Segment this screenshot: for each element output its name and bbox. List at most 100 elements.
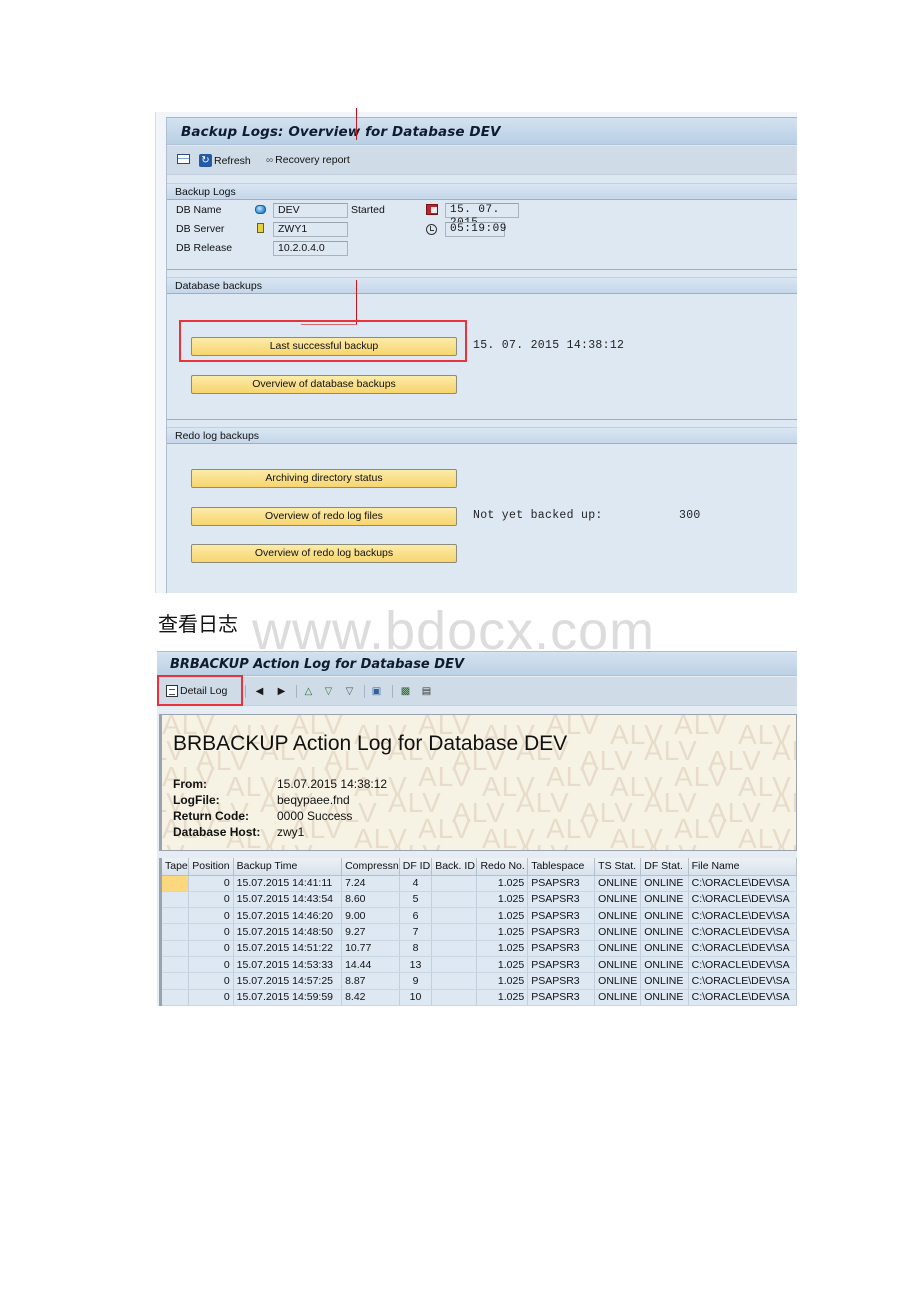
column-header[interactable]: Redo No. <box>476 858 529 876</box>
annotation-line <box>356 108 357 140</box>
table-cell: 8.87 <box>341 972 400 990</box>
column-header[interactable]: File Name <box>688 858 797 876</box>
column-header[interactable]: TS Stat. <box>594 858 642 876</box>
table-cell: C:\ORACLE\DEV\SA <box>688 989 797 1006</box>
db-name-label: DB Name <box>176 204 222 216</box>
started-time-field[interactable]: 05:19:09 <box>445 222 506 237</box>
db-server-field[interactable]: ZWY1 <box>273 222 348 237</box>
table-row[interactable]: 0 15.07.2015 14:51:22 10.77 8 1.025 PSAPSR3 ON… <box>162 940 797 957</box>
table-cell: C:\ORACLE\DEV\SA <box>688 907 797 925</box>
table-cell: C:\ORACLE\DEV\SA <box>688 940 797 957</box>
column-header[interactable]: Compressn <box>341 858 400 876</box>
table-cell <box>162 875 190 892</box>
field-value: beqypaee.fnd <box>277 793 350 807</box>
details-icon[interactable]: ▣ <box>371 686 382 697</box>
filter-icon[interactable]: ▽ <box>323 686 334 697</box>
table-cell: 5 <box>399 891 433 909</box>
overview-redo-log-backups-button[interactable]: Overview of redo log backups <box>191 544 457 563</box>
table-cell: PSAPSR3 <box>527 875 596 892</box>
table-row[interactable]: 0 15.07.2015 14:48:50 9.27 7 1.025 PSAPSR3 ONL… <box>162 923 797 941</box>
table-row[interactable]: 0 15.07.2015 14:46:20 9.00 6 1.025 PSAPSR3 ONL… <box>162 907 797 925</box>
started-label: Started <box>351 204 385 216</box>
server-icon <box>257 223 264 233</box>
group-title: Redo log backups <box>175 430 260 442</box>
previous-icon[interactable]: ◀ <box>254 686 265 697</box>
not-yet-backed-up-value: 300 <box>679 509 701 522</box>
toolbar-separator <box>392 685 393 698</box>
alv-grid: Tape Position Backup Time Compressn DF ID Bac… <box>159 858 797 1006</box>
table-row[interactable]: 0 15.07.2015 14:57:25 8.87 9 1.025 PSAPSR3 ONL… <box>162 972 797 990</box>
table-cell: 15.07.2015 14:46:20 <box>233 907 343 925</box>
recovery-report-button[interactable]: ∞ Recovery report <box>266 154 350 166</box>
column-header[interactable]: DF Stat. <box>640 858 689 876</box>
next-icon[interactable]: ▶ <box>276 686 287 697</box>
table-cell <box>431 923 478 941</box>
table-cell: PSAPSR3 <box>527 972 596 990</box>
table-cell: ONLINE <box>594 956 642 974</box>
table-cell: 15.07.2015 14:51:22 <box>233 940 343 957</box>
column-header[interactable]: Tablespace <box>527 858 596 876</box>
table-cell: 8.42 <box>341 989 400 1006</box>
table-cell: 10.77 <box>341 940 400 957</box>
table-row[interactable]: 0 15.07.2015 14:59:59 8.42 10 1.025 PSAPSR3 ON… <box>162 989 797 1006</box>
table-cell: 7 <box>399 923 433 941</box>
action-log-table: Tape Position Backup Time Compressn DF ID Bac… <box>162 858 797 1006</box>
table-cell: ONLINE <box>640 891 689 909</box>
table-cell: 0 <box>188 875 234 892</box>
alv-watermark: ALV <box>260 839 314 850</box>
group-header: Database backups <box>167 277 797 294</box>
table-row[interactable]: 0 15.07.2015 14:41:11 7.24 4 1.025 PSAPSR3 ONL… <box>162 875 797 892</box>
column-header[interactable]: Position <box>188 858 234 876</box>
table-row[interactable]: 0 15.07.2015 14:43:54 8.60 5 1.025 PSAPSR3 ONL… <box>162 891 797 909</box>
table-cell: 0 <box>188 972 234 990</box>
calendar-icon <box>426 204 438 215</box>
sort-icon[interactable]: △ <box>303 686 314 697</box>
clock-icon <box>426 224 437 235</box>
print-icon[interactable]: ▤ <box>421 686 432 697</box>
table-cell: 1.025 <box>476 989 529 1006</box>
db-release-field[interactable]: 10.2.0.4.0 <box>273 241 348 256</box>
table-cell: ONLINE <box>594 907 642 925</box>
filter-delete-icon[interactable]: ▽ <box>344 686 355 697</box>
table-cell <box>162 989 190 1006</box>
started-date-field[interactable]: 15. 07. 2015 <box>445 203 519 229</box>
window-title: Backup Logs: Overview for Database DEV <box>181 124 501 140</box>
table-cell <box>162 923 190 941</box>
db-server-label: DB Server <box>176 223 225 235</box>
overview-redo-log-files-button[interactable]: Overview of redo log files <box>191 507 457 526</box>
export-icon[interactable]: ▩ <box>400 686 411 697</box>
table-cell: 1.025 <box>476 875 529 892</box>
recovery-report-label: Recovery report <box>275 154 350 166</box>
group-header: Redo log backups <box>167 427 797 444</box>
not-yet-backed-up-label: Not yet backed up: <box>473 509 603 522</box>
alv-top-of-page: ALVALVALVALVALVALVALVALVALVALVALVALVALVA… <box>159 714 797 851</box>
table-row[interactable]: 0 15.07.2015 14:53:33 14.44 13 1.025 PSAPSR3 O… <box>162 956 797 974</box>
column-header[interactable]: Backup Time <box>233 858 343 876</box>
table-cell: ONLINE <box>594 923 642 941</box>
field-key: Return Code: <box>173 809 249 823</box>
archiving-directory-status-button[interactable]: Archiving directory status <box>191 469 457 488</box>
group-header: Backup Logs <box>167 183 797 200</box>
table-cell: 9.27 <box>341 923 400 941</box>
overview-database-backups-button[interactable]: Overview of database backups <box>191 375 457 394</box>
refresh-button[interactable]: ↻ Refresh <box>199 154 251 167</box>
table-cell: ONLINE <box>640 923 689 941</box>
table-cell: 9 <box>399 972 433 990</box>
db-name-field[interactable]: DEV <box>273 203 348 218</box>
table-cell: ONLINE <box>594 972 642 990</box>
table-cell: 15.07.2015 14:57:25 <box>233 972 343 990</box>
field-value: 0000 Success <box>277 809 353 823</box>
table-cell: 1.025 <box>476 907 529 925</box>
column-header[interactable]: Tape <box>162 858 190 876</box>
table-cell: 15.07.2015 14:41:11 <box>233 875 343 892</box>
column-header[interactable]: Back. ID <box>431 858 478 876</box>
list-button[interactable] <box>177 154 190 164</box>
table-cell: C:\ORACLE\DEV\SA <box>688 972 797 990</box>
table-cell: 15.07.2015 14:59:59 <box>233 989 343 1006</box>
table-cell: 15.07.2015 14:48:50 <box>233 923 343 941</box>
alv-watermark: ALV <box>196 849 250 850</box>
alv-watermark: ALV <box>580 849 634 850</box>
column-header[interactable]: DF ID <box>399 858 433 876</box>
alv-watermark: ALV <box>388 839 442 850</box>
annotation-highlight-box <box>157 675 243 706</box>
